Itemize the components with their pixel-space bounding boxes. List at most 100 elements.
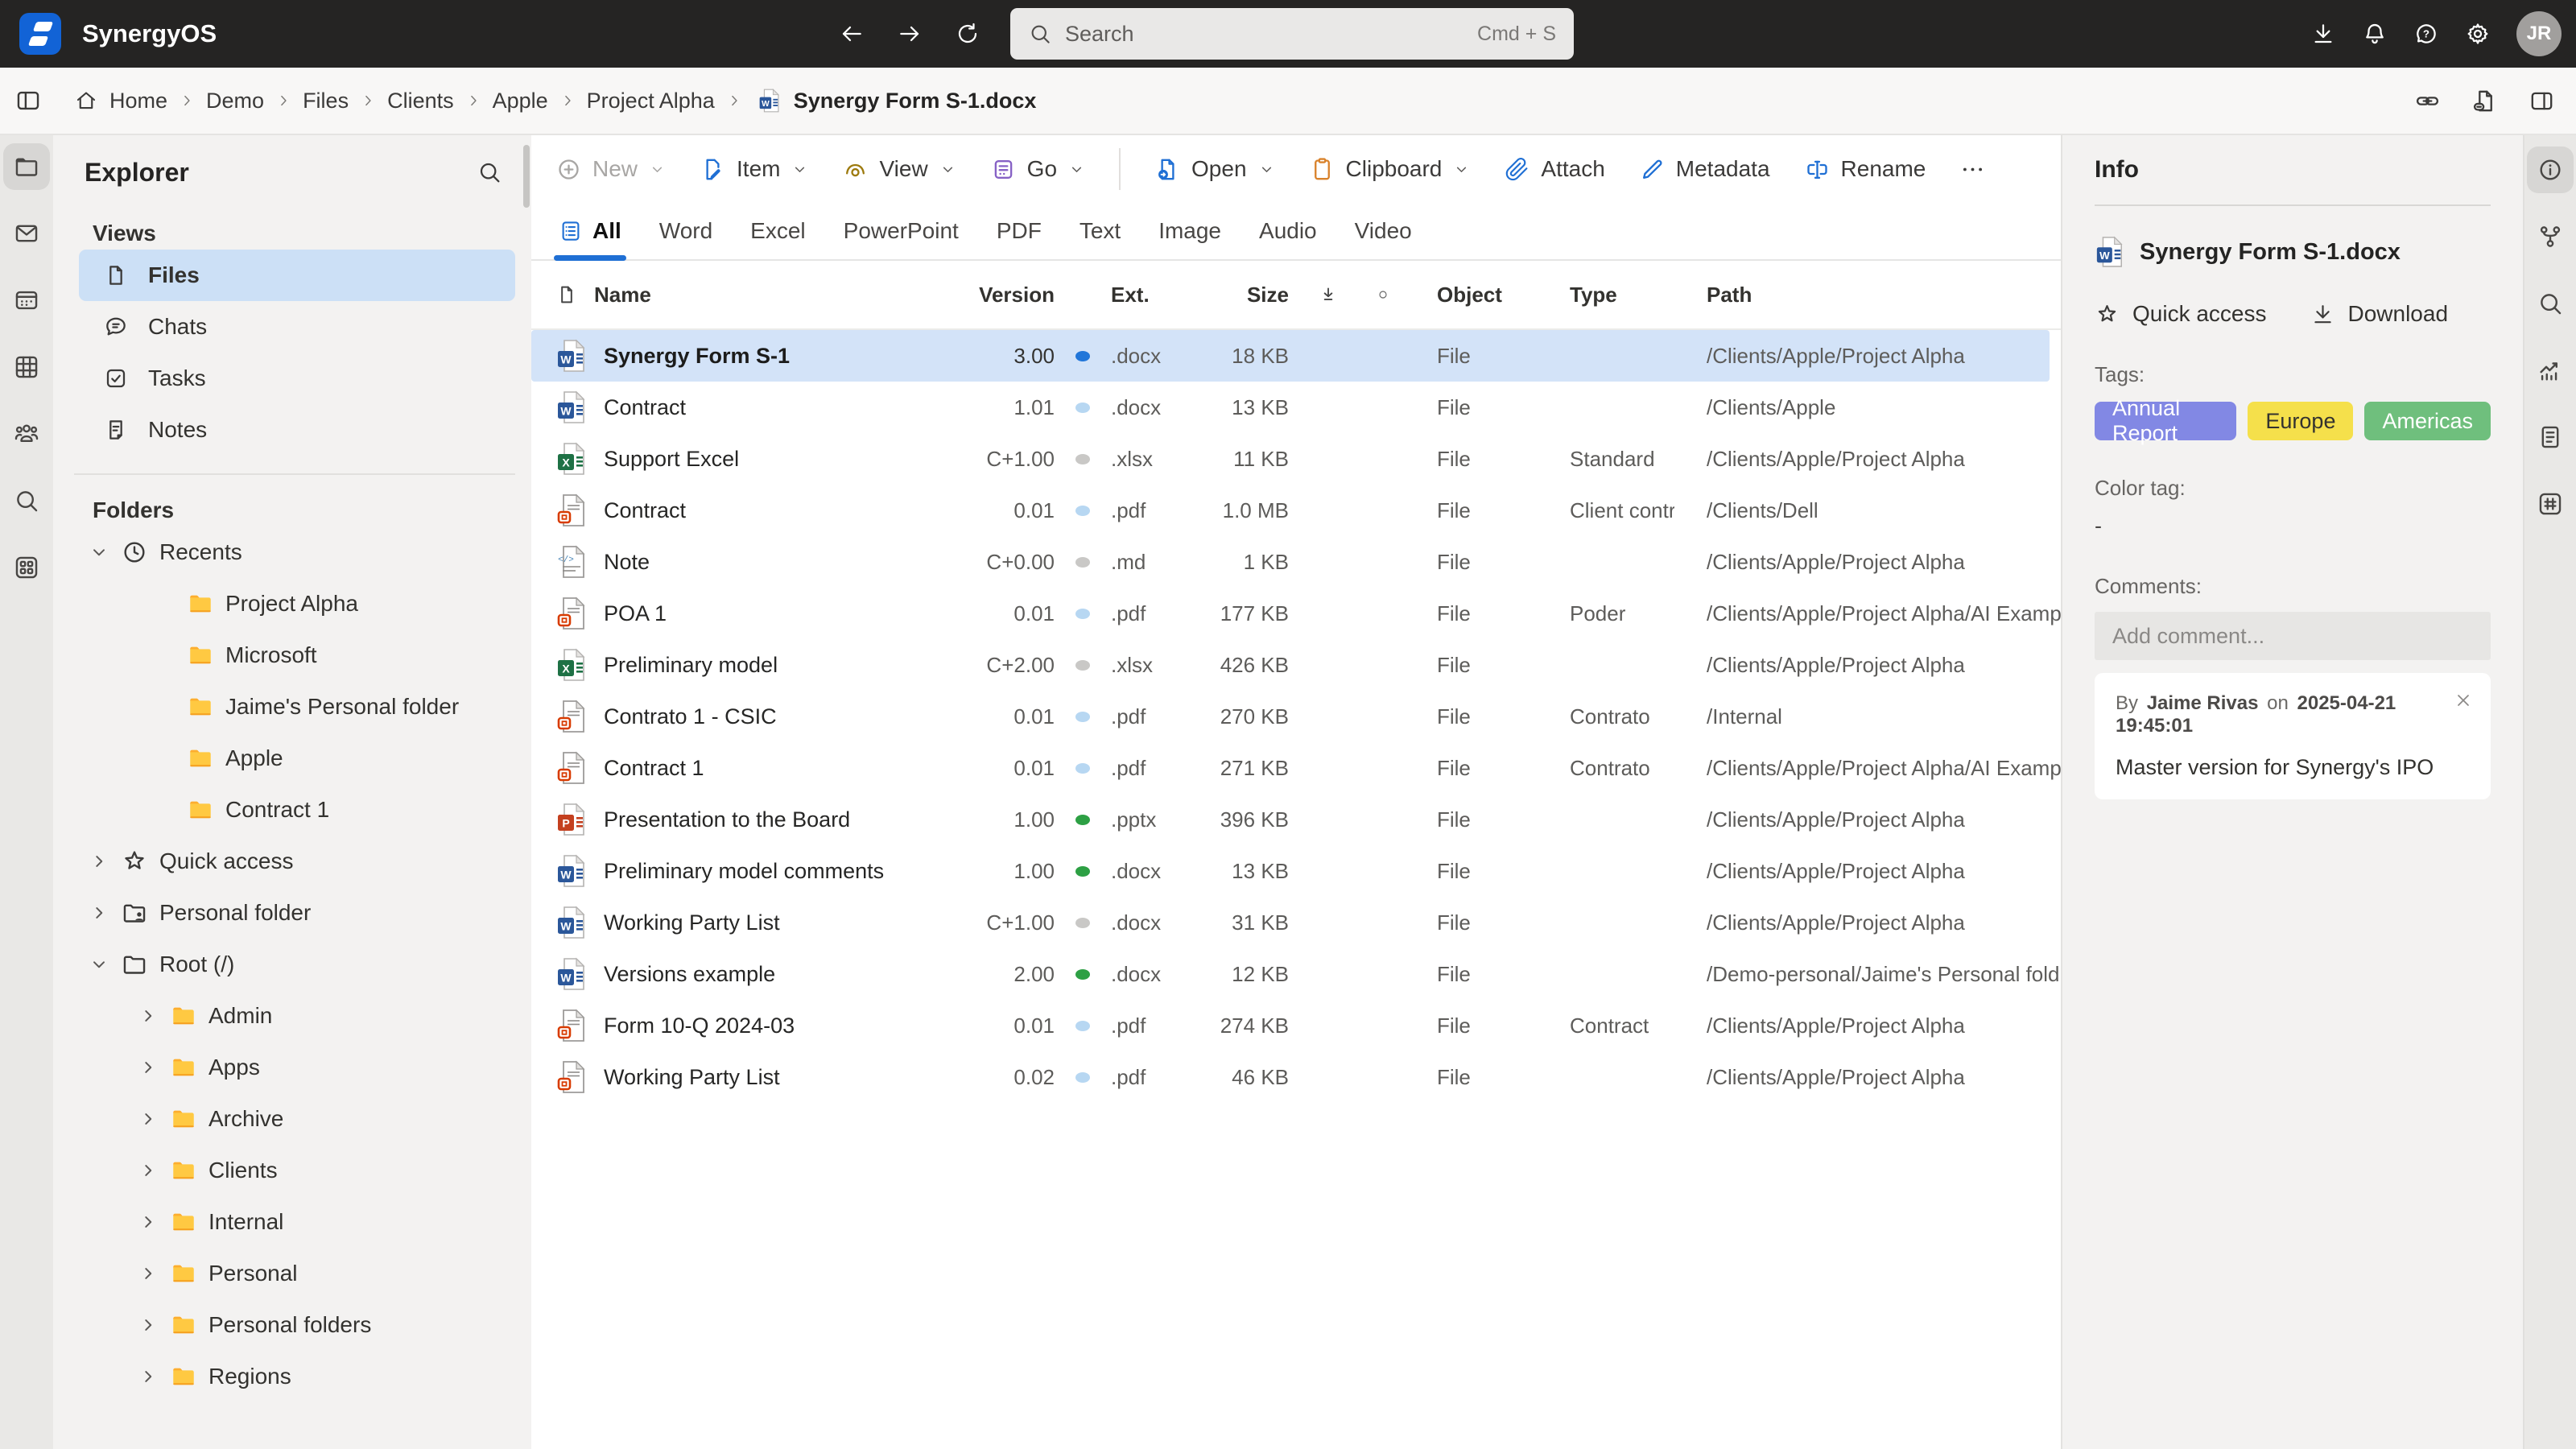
download-button[interactable]: Download bbox=[2310, 301, 2449, 327]
table-row[interactable]: Contract0.01.pdf1.0 MBFileClient contrac… bbox=[531, 485, 2061, 536]
folder-tree-item[interactable]: Apple bbox=[53, 733, 531, 784]
help-icon[interactable]: ? bbox=[2413, 21, 2439, 47]
folder-tree-item[interactable]: Recents bbox=[53, 526, 531, 578]
breadcrumb-item[interactable]: Apple bbox=[493, 89, 548, 114]
breadcrumb-item[interactable]: Demo bbox=[206, 89, 264, 114]
folder-tree-item[interactable]: Apps bbox=[53, 1042, 531, 1093]
table-row[interactable]: Working Party List0.02.pdf46 KBFile/Clie… bbox=[531, 1051, 2061, 1103]
table-row[interactable]: XPreliminary modelC+2.00.xlsx426 KBFile/… bbox=[531, 639, 2061, 691]
hash-rail-item[interactable] bbox=[2527, 481, 2574, 527]
breadcrumb-item[interactable]: Clients bbox=[387, 89, 454, 114]
table-row[interactable]: Form 10-Q 2024-030.01.pdf274 KBFileContr… bbox=[531, 1000, 2061, 1051]
table-row[interactable]: WSynergy Form S-13.00.docx18 KBFile/Clie… bbox=[531, 330, 2050, 382]
folder-tree-item[interactable]: Regions bbox=[53, 1351, 531, 1402]
col-name[interactable]: Name bbox=[594, 283, 651, 308]
add-comment-input[interactable]: Add comment... bbox=[2095, 612, 2491, 660]
avatar[interactable]: JR bbox=[2516, 11, 2562, 56]
folder-tree-item[interactable]: Jaime's Personal folder bbox=[53, 681, 531, 733]
doc-link-icon[interactable] bbox=[2471, 88, 2498, 114]
folder-tree-item[interactable]: Internal bbox=[53, 1196, 531, 1248]
folder-tree-item[interactable]: Contract 1 bbox=[53, 784, 531, 836]
quick-access-button[interactable]: Quick access bbox=[2095, 301, 2267, 327]
sidebar-scrollbar[interactable] bbox=[523, 145, 530, 208]
tag-chip[interactable]: Europe bbox=[2248, 402, 2353, 440]
link-icon[interactable] bbox=[2414, 88, 2441, 114]
table-row[interactable]: WVersions example2.00.docx12 KBFile/Demo… bbox=[531, 948, 2061, 1000]
close-comment-icon[interactable] bbox=[2454, 691, 2473, 710]
tab-image[interactable]: Image bbox=[1158, 203, 1221, 259]
folder-tree-item[interactable]: Personal folder bbox=[53, 887, 531, 939]
apps-rail-item[interactable] bbox=[3, 544, 50, 591]
table-row[interactable]: Contrato 1 - CSIC0.01.pdf270 KBFileContr… bbox=[531, 691, 2061, 742]
folder-tree-item[interactable]: Root (/) bbox=[53, 939, 531, 990]
folder-tree-item[interactable]: Personal folders bbox=[53, 1299, 531, 1351]
col-ext[interactable]: Ext. bbox=[1111, 283, 1199, 308]
tab-excel[interactable]: Excel bbox=[750, 203, 805, 259]
col-size[interactable]: Size bbox=[1199, 283, 1300, 308]
col-type[interactable]: Type bbox=[1542, 283, 1674, 308]
clipboard-button[interactable]: Clipboard bbox=[1309, 156, 1471, 183]
tab-powerpoint[interactable]: PowerPoint bbox=[844, 203, 959, 259]
grid-rail-item[interactable] bbox=[3, 344, 50, 390]
panel-left-toggle-icon[interactable] bbox=[14, 87, 42, 114]
info-rail-item[interactable] bbox=[2527, 147, 2574, 193]
tab-word[interactable]: Word bbox=[659, 203, 712, 259]
breadcrumb-item[interactable]: Files bbox=[303, 89, 349, 114]
sidebar-search-icon[interactable] bbox=[477, 159, 502, 185]
table-row[interactable]: PPresentation to the Board1.00.pptx396 K… bbox=[531, 794, 2061, 845]
rename-button[interactable]: Rename bbox=[1804, 156, 1926, 183]
breadcrumb-current-file[interactable]: Synergy Form S-1.docx bbox=[794, 89, 1037, 114]
more-button[interactable] bbox=[1959, 156, 1986, 183]
folder-tree-item[interactable]: Archive bbox=[53, 1093, 531, 1145]
tag-chip[interactable]: Americas bbox=[2364, 402, 2491, 440]
download-icon[interactable] bbox=[2310, 21, 2336, 47]
folder-tree-item[interactable]: Microsoft bbox=[53, 630, 531, 681]
sidebar-item-chats[interactable]: Chats bbox=[79, 301, 515, 353]
folder-tree-item[interactable]: Personal bbox=[53, 1248, 531, 1299]
table-row[interactable]: POA 10.01.pdf177 KBFilePoder/Clients/App… bbox=[531, 588, 2061, 639]
branch-rail-item[interactable] bbox=[2527, 213, 2574, 260]
breadcrumb-item[interactable]: Project Alpha bbox=[587, 89, 715, 114]
sidebar-item-tasks[interactable]: Tasks bbox=[79, 353, 515, 404]
people-rail-item[interactable] bbox=[3, 411, 50, 457]
table-row[interactable]: WWorking Party ListC+1.00.docx31 KBFile/… bbox=[531, 897, 2061, 948]
search-rail-item[interactable] bbox=[3, 477, 50, 524]
col-path[interactable]: Path bbox=[1674, 283, 2061, 308]
refresh-icon[interactable] bbox=[955, 21, 980, 47]
col-object[interactable]: Object bbox=[1409, 283, 1542, 308]
new-button[interactable]: New bbox=[555, 156, 666, 183]
sidebar-item-files[interactable]: Files bbox=[79, 250, 515, 301]
status-circle-column-icon[interactable] bbox=[1377, 288, 1389, 301]
attach-button[interactable]: Attach bbox=[1504, 156, 1604, 183]
gear-icon[interactable] bbox=[2465, 21, 2491, 47]
forward-icon[interactable] bbox=[897, 21, 923, 47]
calendar-rail-item[interactable] bbox=[3, 277, 50, 324]
table-row[interactable]: WPreliminary model comments1.00.docx13 K… bbox=[531, 845, 2061, 897]
download-sort-column-icon[interactable] bbox=[1318, 284, 1339, 305]
sidebar-item-notes[interactable]: Notes bbox=[79, 404, 515, 456]
tab-pdf[interactable]: PDF bbox=[997, 203, 1042, 259]
folder-tree-item[interactable]: Admin bbox=[53, 990, 531, 1042]
tab-all[interactable]: All bbox=[559, 203, 621, 259]
view-button[interactable]: View bbox=[842, 156, 956, 183]
item-button[interactable]: Item bbox=[700, 156, 808, 183]
bell-icon[interactable] bbox=[2362, 21, 2388, 47]
metadata-button[interactable]: Metadata bbox=[1639, 156, 1770, 183]
table-row[interactable]: </>NoteC+0.00.md1 KBFile/Clients/Apple/P… bbox=[531, 536, 2061, 588]
tab-audio[interactable]: Audio bbox=[1259, 203, 1317, 259]
folder-rail-item[interactable] bbox=[3, 143, 50, 190]
col-version[interactable]: Version bbox=[978, 283, 1055, 308]
table-row[interactable]: WContract1.01.docx13 KBFile/Clients/Appl… bbox=[531, 382, 2061, 433]
mail-rail-item[interactable] bbox=[3, 210, 50, 257]
doc-lines-rail-item[interactable] bbox=[2527, 414, 2574, 460]
tag-chip[interactable]: Annual Report bbox=[2095, 402, 2236, 440]
breadcrumb-item[interactable]: Home bbox=[109, 89, 167, 114]
table-row[interactable]: Contract 10.01.pdf271 KBFileContrato/Cli… bbox=[531, 742, 2061, 794]
go-button[interactable]: Go bbox=[990, 156, 1085, 183]
tab-text[interactable]: Text bbox=[1080, 203, 1121, 259]
folder-tree-item[interactable]: Quick access bbox=[53, 836, 531, 887]
folder-tree-item[interactable]: Clients bbox=[53, 1145, 531, 1196]
panel-right-icon[interactable] bbox=[2529, 88, 2555, 114]
search-input[interactable]: Search Cmd + S bbox=[1010, 8, 1574, 60]
chart-rail-item[interactable] bbox=[2527, 347, 2574, 394]
